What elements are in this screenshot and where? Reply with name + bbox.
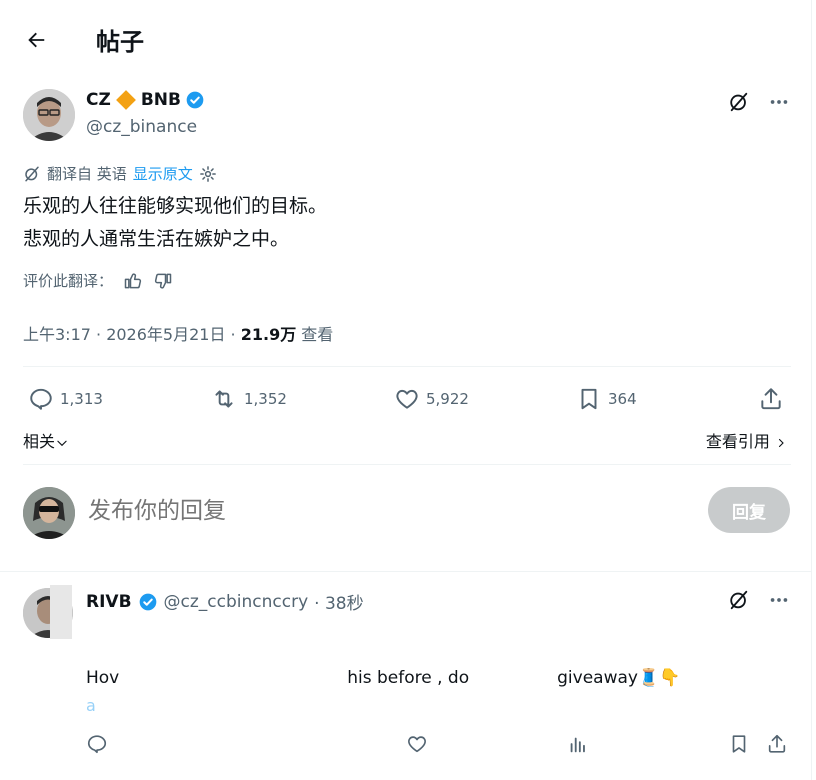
like-action[interactable] — [406, 733, 428, 755]
reply-text-part: his before , do — [347, 668, 470, 688]
post-action-bar: 1,313 1,352 5,922 364 — [23, 384, 791, 414]
reply-action-bar — [86, 733, 791, 759]
author-handle[interactable]: @cz_binance — [86, 117, 197, 137]
view-quotes-link[interactable]: 查看引用 — [706, 428, 787, 452]
post-detail-page: 帖子 CZ BNB @cz_binance 翻译自 英语 显示原文 乐观的人往往… — [0, 0, 812, 780]
show-original-link[interactable]: 显示原文 — [133, 163, 193, 184]
divider — [23, 366, 791, 367]
reply-author-name[interactable]: RIVB — [86, 592, 132, 612]
reply-icon — [86, 733, 108, 755]
bookmark-action[interactable] — [728, 733, 750, 755]
heart-icon — [406, 733, 428, 755]
reply-text-part: Hov — [86, 668, 120, 688]
related-label: 相关 — [23, 432, 56, 451]
share-action[interactable] — [766, 733, 788, 755]
thumbs-up-icon[interactable] — [123, 271, 143, 291]
more-options-icon[interactable] — [767, 588, 791, 612]
translation-settings-icon[interactable] — [199, 165, 217, 183]
reply-action[interactable] — [86, 733, 108, 755]
translate-icon — [23, 165, 41, 183]
chevron-down-icon — [55, 436, 69, 450]
grok-icon[interactable] — [727, 90, 751, 114]
translation-prefix: 翻译自 英语 — [47, 165, 127, 183]
divider — [0, 571, 812, 572]
divider — [23, 464, 791, 465]
translation-note: 翻译自 英语 显示原文 — [23, 163, 217, 184]
more-options-icon[interactable] — [767, 90, 791, 114]
repost-icon — [210, 386, 238, 412]
post-text: 乐观的人往往能够实现他们的目标。 悲观的人通常生活在嫉妒之中。 — [23, 190, 327, 256]
bookmark-icon — [728, 733, 750, 755]
author-name[interactable]: CZ BNB — [86, 90, 205, 110]
repost-count: 1,352 — [244, 390, 287, 408]
page-header: 帖子 — [0, 0, 812, 80]
reply-input[interactable] — [88, 493, 678, 529]
thread-emoji: 🧵👇 — [637, 668, 681, 688]
views-action[interactable] — [567, 733, 589, 755]
reply-top-icons — [727, 588, 791, 612]
view-quotes-label: 查看引用 — [705, 432, 770, 451]
rate-label: 评价此翻译： — [23, 272, 114, 290]
reply-link[interactable]: a — [86, 696, 96, 715]
analytics-icon — [567, 733, 589, 755]
post-timestamp[interactable]: 上午3:17 · 2026年5月21日 · — [23, 325, 241, 344]
thumbs-down-icon[interactable] — [153, 271, 173, 291]
verified-badge-icon — [185, 90, 205, 110]
reply-icon — [28, 386, 54, 412]
author-name-suffix: BNB — [140, 90, 181, 110]
reply-header: RIVB @cz_ccbincnccry · 38秒 — [86, 589, 364, 615]
current-user-avatar[interactable] — [23, 487, 75, 539]
share-action[interactable] — [758, 386, 784, 412]
grok-icon[interactable] — [727, 588, 751, 612]
reply-action[interactable]: 1,313 — [28, 386, 103, 412]
post-meta: 上午3:17 · 2026年5月21日 · 21.9万 查看 — [23, 321, 333, 345]
post-top-icons — [727, 90, 791, 114]
author-avatar[interactable] — [23, 89, 75, 141]
chevron-right-icon — [775, 436, 787, 450]
author-name-text: CZ — [86, 90, 111, 110]
repost-action[interactable]: 1,352 — [210, 386, 287, 412]
diamond-icon — [115, 90, 136, 110]
reply-text-part: giveaway — [557, 668, 638, 688]
bookmark-count: 364 — [608, 390, 637, 408]
page-title: 帖子 — [96, 28, 144, 56]
redacted-area — [50, 585, 72, 639]
back-arrow-icon[interactable] — [20, 24, 52, 56]
reply-author-handle[interactable]: @cz_ccbincnccry — [164, 592, 309, 612]
share-icon — [758, 386, 784, 412]
reply-count: 1,313 — [60, 390, 103, 408]
heart-icon — [394, 386, 420, 412]
like-count: 5,922 — [426, 390, 469, 408]
views-label: 查看 — [296, 325, 334, 344]
related-dropdown[interactable]: 相关 — [23, 428, 69, 452]
post-text-line: 悲观的人通常生活在嫉妒之中。 — [23, 228, 290, 250]
reply-text: Hov his before , do giveaway🧵👇 — [86, 668, 680, 688]
post-text-line: 乐观的人往往能够实现他们的目标。 — [23, 195, 328, 217]
bookmark-action[interactable]: 364 — [576, 386, 637, 412]
reply-time[interactable]: · 38秒 — [314, 589, 363, 614]
bookmark-icon — [576, 386, 602, 412]
verified-badge-icon — [138, 592, 158, 612]
like-action[interactable]: 5,922 — [394, 386, 469, 412]
views-count: 21.9万 — [240, 325, 297, 344]
rate-translation: 评价此翻译： — [23, 270, 173, 291]
reply-button[interactable]: 回复 — [708, 487, 790, 533]
share-icon — [766, 733, 788, 755]
